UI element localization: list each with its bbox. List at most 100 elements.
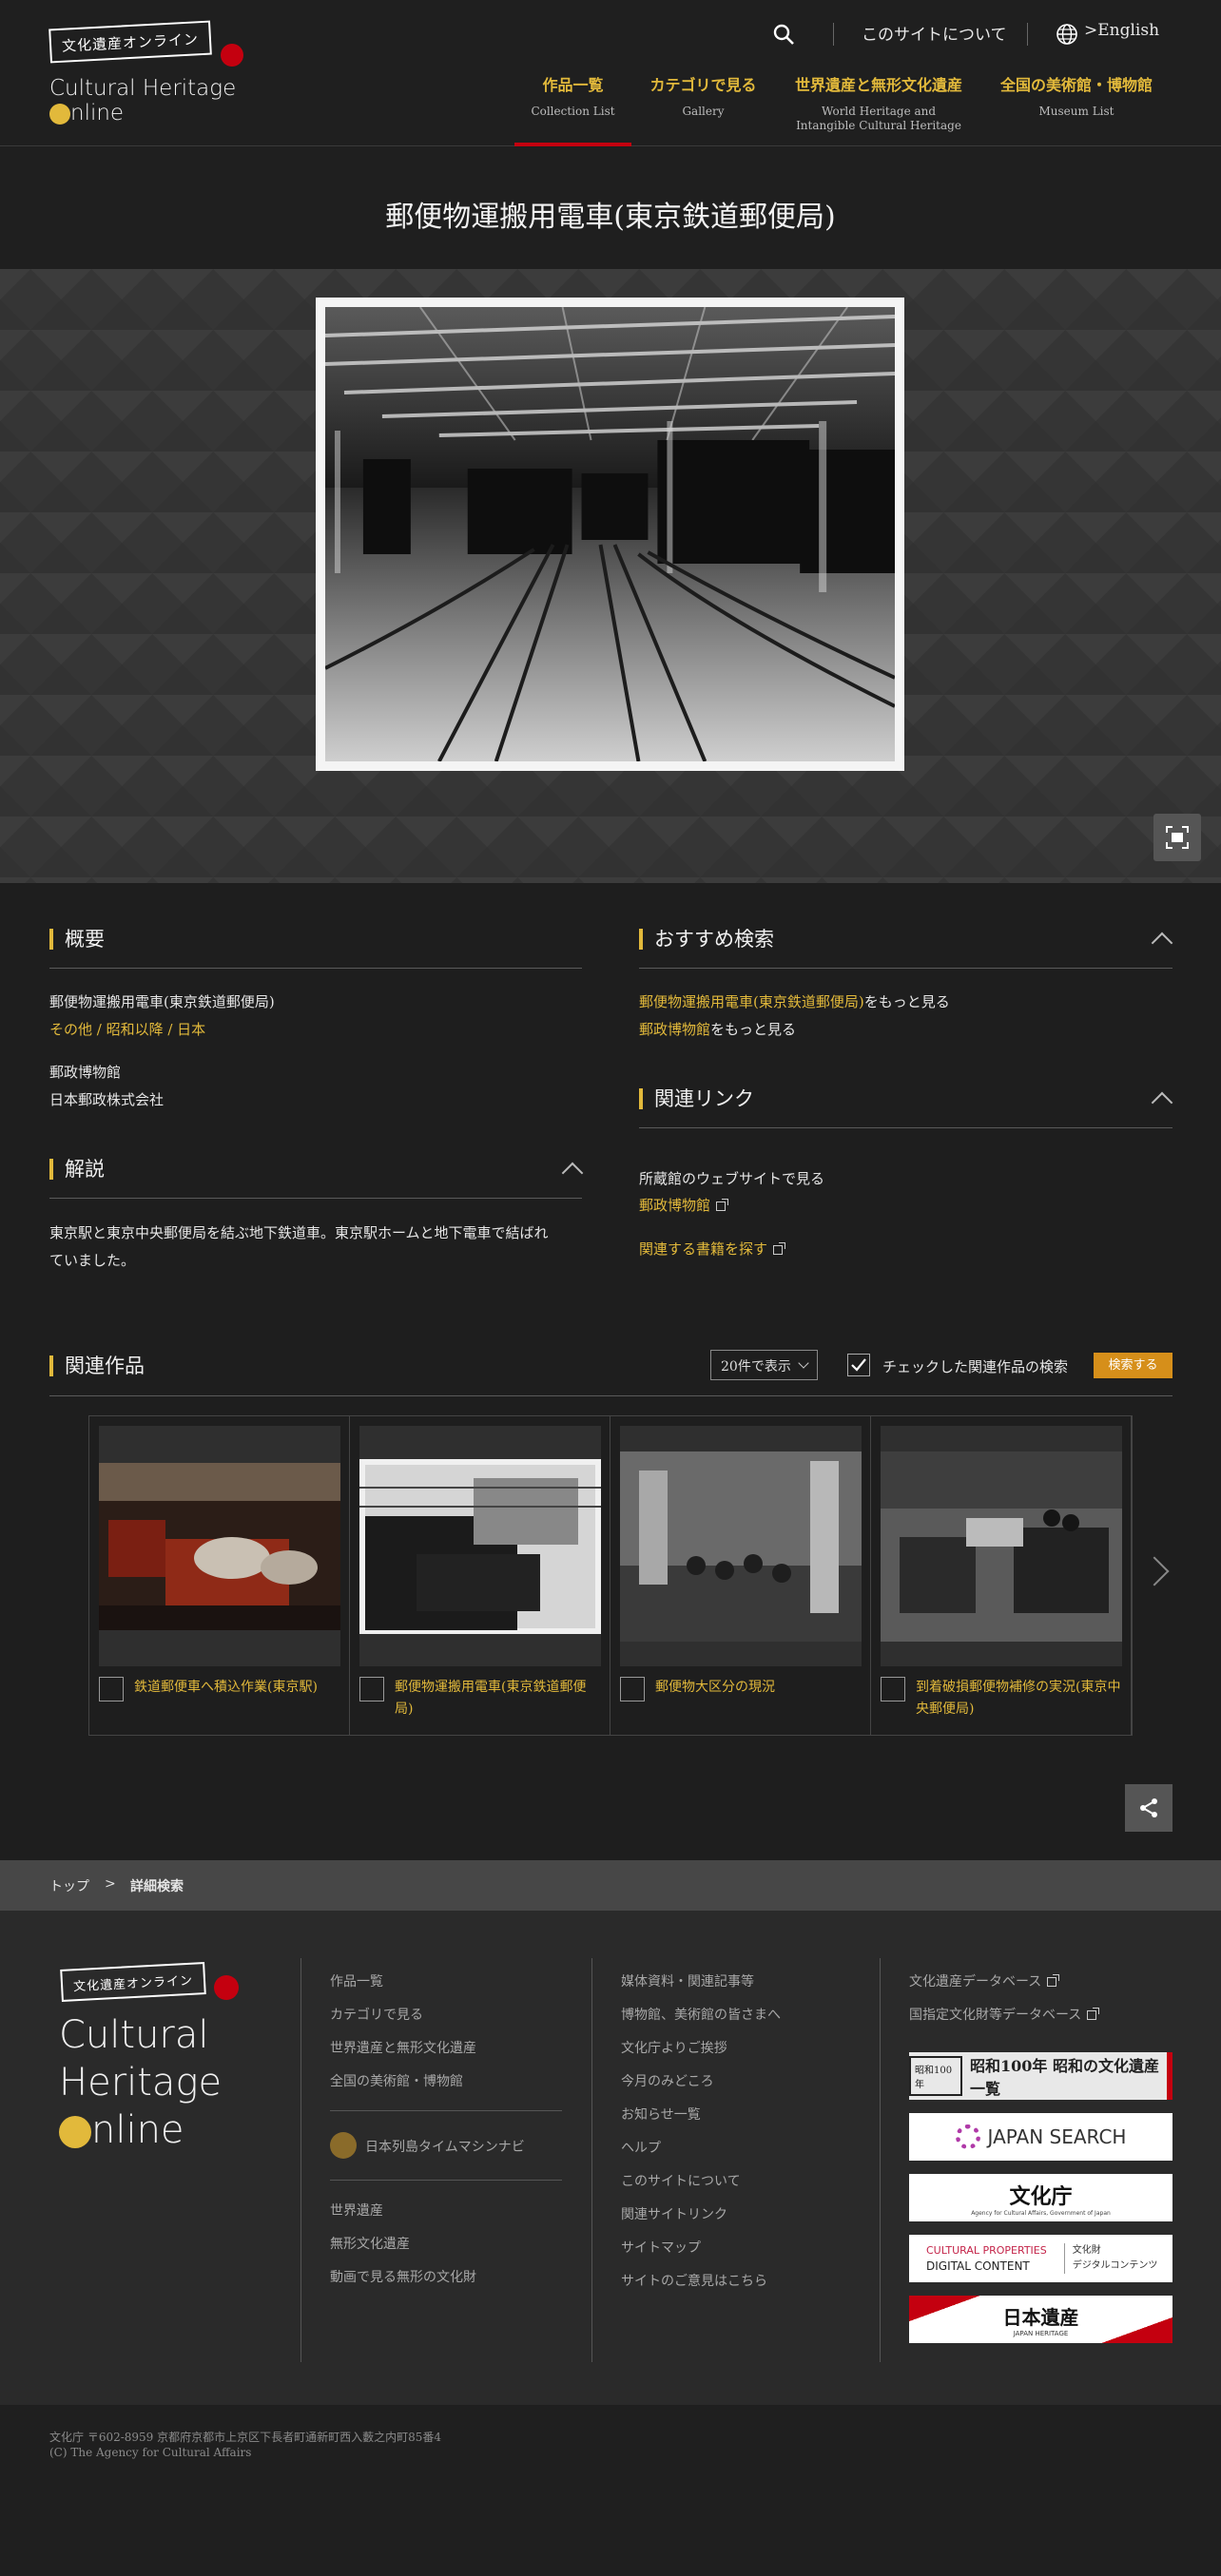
footer-link[interactable]: 作品一覧 [330,1971,383,1990]
main-photo [324,306,896,762]
japan-search-banner[interactable]: JAPAN SEARCH [909,2113,1173,2161]
footer-rule [330,2180,562,2181]
nav-collection-list[interactable]: 作品一覧 Collection List [514,72,631,119]
related-card[interactable]: 鉄道郵便車へ積込作業(東京駅) [89,1416,350,1735]
external-link-icon [773,1242,786,1255]
recommended-link-1[interactable]: 郵便物運搬用電車(東京鉄道郵便局)をもっと見る [639,991,950,1011]
footer-divider [880,1958,881,2362]
nav-active-indicator [514,143,631,146]
site-logo[interactable]: 文化遺産オンライン Cultural Heritage nline [48,17,249,131]
footer-link[interactable]: サイトマップ [621,2238,701,2257]
overview-owner: 日本郵政株式会社 [49,1091,165,1108]
footer-logo-gold-dot [59,2116,91,2148]
recommended-rule [639,968,1173,969]
related-card-checkbox[interactable] [620,1677,645,1701]
breadcrumb-top[interactable]: トップ [49,1876,89,1895]
footer-link[interactable]: 博物館、美術館の皆さまへ [621,2005,781,2024]
util-divider [1027,23,1028,46]
footer-logo[interactable]: 文化遺産オンライン Cultural Heritage nline [59,1958,249,2152]
image-viewer [0,269,1221,883]
main-photo-frame[interactable] [316,298,904,771]
footer-db-link[interactable]: 文化遺産データベース [909,1971,1060,1990]
related-card-checkbox[interactable] [881,1677,905,1701]
nav-gallery[interactable]: カテゴリで見る Gallery [635,72,771,119]
related-works-heading: 関連作品 [49,1355,145,1376]
nihon-isan-banner[interactable]: 日本遺産 JAPAN HERITAGE [909,2296,1173,2343]
footer-link[interactable]: 媒体資料・関連記事等 [621,1971,754,1990]
footer-link[interactable]: 全国の美術館・博物館 [330,2071,463,2090]
share-button[interactable] [1125,1784,1173,1832]
footer-link[interactable]: このサイトについて [621,2171,741,2190]
search-icon[interactable] [772,23,795,46]
site-header: 文化遺産オンライン Cultural Heritage nline このサイトに… [0,0,1221,146]
logo-label-box: 文化遺産オンライン [48,20,212,64]
footer-link[interactable]: 動画で見る無形の文化財 [330,2267,476,2286]
footer-link[interactable]: カテゴリで見る [330,2005,423,2024]
english-link[interactable]: >English [1084,21,1159,40]
logo-line1: Cultural Heritage [49,76,237,101]
related-links-rule [639,1127,1173,1128]
fullscreen-button[interactable] [1153,814,1201,861]
footer-logo-label-box: 文化遺産オンライン [60,1962,206,2002]
footer-link[interactable]: サイトのご意見はこちら [621,2271,767,2290]
showa-banner[interactable]: 昭和100年 昭和100年 昭和の文化遺産一覧 [909,2052,1173,2100]
fullscreen-icon [1166,826,1189,849]
footer-bottom: 文化庁 〒602-8959 京都府京都市上京区下長者町通新町西入藪之内町85番4… [0,2405,1221,2576]
related-card-title[interactable]: 郵便物大区分の現況 [655,1677,864,1699]
logo-label: 文化遺産オンライン [61,29,200,55]
footer-link[interactable]: 今月のみどころ [621,2071,714,2090]
museum-site-link[interactable]: 郵政博物館 [639,1195,729,1215]
related-card-image[interactable] [99,1426,340,1666]
related-card-title[interactable]: 郵便物運搬用電車(東京鉄道郵便局) [395,1677,604,1721]
related-books-link[interactable]: 関連する書籍を探す [639,1239,786,1259]
cultural-properties-banner[interactable]: CULTURAL PROPERTIES DIGITAL CONTENT 文化財 … [909,2235,1173,2282]
footer-link[interactable]: 世界遺産 [330,2201,383,2220]
external-link-icon [716,1199,729,1211]
about-link[interactable]: このサイトについて [862,21,1007,45]
related-card-checkbox[interactable] [359,1677,384,1701]
recommended-link-2[interactable]: 郵政博物館をもっと見る [639,1019,796,1039]
related-card-image[interactable] [359,1426,601,1666]
footer-link[interactable]: ヘルプ [621,2138,661,2157]
related-card-checkbox[interactable] [99,1677,124,1701]
bunkacho-banner[interactable]: 文化庁 Agency for Cultural Affairs, Governm… [909,2174,1173,2221]
footer-link[interactable]: 関連サイトリンク [621,2204,727,2223]
per-page-select[interactable]: 20件で表示 [710,1350,818,1380]
breadcrumb: トップ > 詳細検索 [0,1860,1221,1911]
logo-line2: nline [49,101,124,125]
page-title: 郵便物運搬用電車(東京鉄道郵便局) [385,201,836,234]
recommended-heading: おすすめ検索 [639,929,774,950]
museum-site-label: 所蔵館のウェブサイトで見る [639,1170,825,1187]
footer-link[interactable]: 文化庁よりご挨拶 [621,2038,727,2057]
related-card[interactable]: 到着破損郵便物補修の実況(東京中央郵便局) [871,1416,1132,1735]
related-links-heading: 関連リンク [639,1088,754,1109]
footer-link[interactable]: 無形文化遺産 [330,2234,410,2253]
timemachine-link[interactable]: 日本列島タイムマシンナビ [365,2137,525,2156]
overview-rule [49,968,582,969]
related-links-collapse-icon[interactable] [1151,1091,1173,1114]
footer-address: 文化庁 〒602-8959 京都府京都市上京区下長者町通新町西入藪之内町85番4 [49,2431,442,2444]
breadcrumb-current: 詳細検索 [130,1879,184,1894]
footer-link[interactable]: お知らせ一覧 [621,2105,701,2124]
footer-divider [300,1958,301,2362]
overview-categories[interactable]: その他 / 昭和以降 / 日本 [49,1019,205,1039]
overview-heading: 概要 [49,929,105,950]
description-heading: 解説 [49,1159,105,1180]
nav-museum-list[interactable]: 全国の美術館・博物館 Museum List [989,72,1164,119]
related-card-image[interactable] [881,1426,1122,1666]
related-card-title[interactable]: 鉄道郵便車へ積込作業(東京駅) [134,1677,343,1699]
check-search-checkbox[interactable] [847,1354,870,1376]
footer-link[interactable]: 世界遺産と無形文化遺産 [330,2038,476,2057]
footer-db-link[interactable]: 国指定文化財等データベース [909,2005,1100,2024]
globe-icon[interactable] [1056,23,1078,46]
description-collapse-icon[interactable] [561,1162,584,1184]
related-card-image[interactable] [620,1426,862,1666]
footer-copyright: (C) The Agency for Cultural Affairs [49,2446,252,2459]
related-search-button[interactable]: 検索する [1094,1353,1173,1378]
related-card[interactable]: 郵便物運搬用電車(東京鉄道郵便局) [350,1416,610,1735]
recommended-collapse-icon[interactable] [1151,932,1173,954]
related-card[interactable]: 郵便物大区分の現況 [610,1416,871,1735]
nav-world-heritage[interactable]: 世界遺産と無形文化遺産 World Heritage and Intangible… [780,72,978,133]
carousel-next-icon[interactable] [1139,1556,1170,1586]
related-card-title[interactable]: 到着破損郵便物補修の実況(東京中央郵便局) [916,1677,1125,1721]
